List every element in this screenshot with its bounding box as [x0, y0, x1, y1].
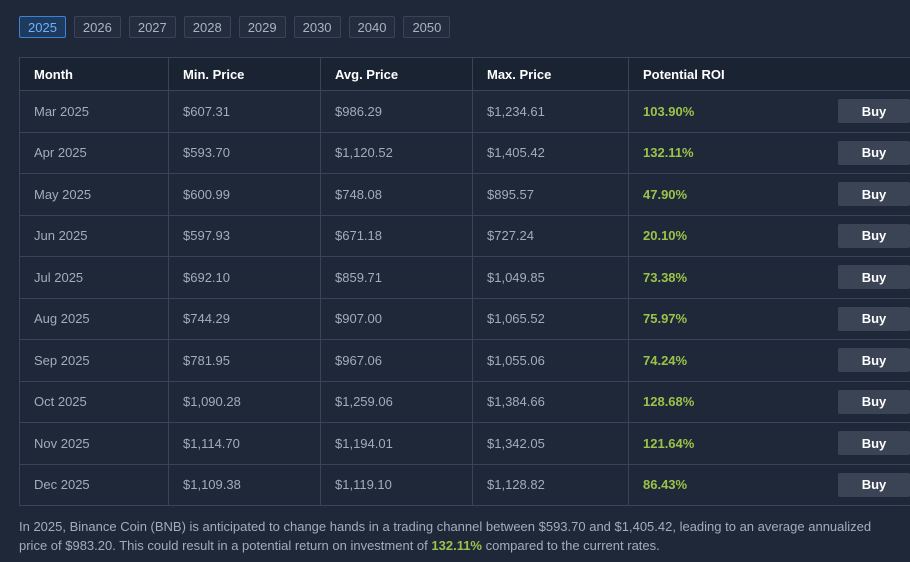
cell-potential-roi: 132.11% Buy: [628, 132, 910, 173]
cell-potential-roi: 86.43% Buy: [628, 464, 910, 505]
tab-year-2029[interactable]: 2029: [238, 16, 286, 38]
cell-min-price: $781.95: [168, 340, 320, 381]
cell-min-price: $1,114.70: [168, 423, 320, 464]
cell-min-price: $692.10: [168, 257, 320, 298]
cell-max-price: $1,049.85: [472, 257, 628, 298]
cell-max-price: $1,234.61: [472, 91, 628, 132]
table-row: May 2025 $600.99 $748.08 $895.57 47.90% Buy: [20, 173, 910, 215]
cell-max-price: $895.57: [472, 174, 628, 215]
roi-value: 128.68%: [643, 394, 695, 410]
cell-potential-roi: 20.10% Buy: [628, 215, 910, 256]
cell-avg-price: $1,194.01: [320, 423, 472, 464]
buy-button[interactable]: Buy: [838, 182, 910, 207]
buy-button[interactable]: Buy: [838, 223, 910, 248]
buy-button[interactable]: Buy: [838, 140, 910, 165]
cell-month: Jun 2025: [34, 228, 88, 244]
cell-month: Mar 2025: [34, 103, 89, 119]
cell-potential-roi: 73.38% Buy: [628, 257, 910, 298]
cell-max-price: $1,065.52: [472, 298, 628, 339]
roi-value: 132.11%: [643, 145, 694, 161]
tab-year-2025[interactable]: 2025: [19, 16, 66, 38]
cell-max-price: $1,405.42: [472, 132, 628, 173]
cell-min-price: $1,090.28: [168, 381, 320, 422]
year-tabs: 2025 2026 2027 2028 2029 2030 2040 2050: [19, 16, 451, 38]
cell-potential-roi: 103.90% Buy: [628, 91, 910, 132]
roi-value: 121.64%: [643, 435, 695, 451]
summary-text: In 2025, Binance Coin (BNB) is anticipat…: [19, 517, 899, 555]
buy-button[interactable]: Buy: [838, 431, 910, 456]
cell-potential-roi: 74.24% Buy: [628, 340, 910, 381]
table-row: Nov 2025 $1,114.70 $1,194.01 $1,342.05 121.6…: [20, 422, 910, 464]
tab-year-2026[interactable]: 2026: [73, 16, 121, 38]
cell-month: Aug 2025: [34, 311, 90, 327]
price-prediction-table: Month Min. Price Avg. Price Max. Price P…: [19, 57, 910, 506]
cell-month: Jul 2025: [34, 269, 84, 285]
table-row: Sep 2025 $781.95 $967.06 $1,055.06 74.24% Buy: [20, 339, 910, 381]
cell-min-price: $597.93: [168, 215, 320, 256]
buy-button[interactable]: Buy: [838, 306, 910, 331]
table-row: Jun 2025 $597.93 $671.18 $727.24 20.10% Buy: [20, 214, 910, 256]
cell-avg-price: $1,120.52: [320, 132, 472, 173]
cell-month: Oct 2025: [34, 394, 87, 410]
cell-avg-price: $967.06: [320, 340, 472, 381]
cell-month: May 2025: [34, 186, 92, 202]
cell-min-price: $744.29: [168, 298, 320, 339]
cell-potential-roi: 121.64% Buy: [628, 423, 910, 464]
cell-min-price: $593.70: [168, 132, 320, 173]
header-avg-price: Avg. Price: [320, 58, 472, 90]
header-min-price: Min. Price: [168, 58, 320, 90]
roi-value: 20.10%: [643, 228, 688, 244]
cell-avg-price: $671.18: [320, 215, 472, 256]
buy-button[interactable]: Buy: [838, 99, 910, 124]
cell-max-price: $1,342.05: [472, 423, 628, 464]
roi-value: 75.97%: [643, 311, 688, 327]
header-month: Month: [34, 66, 73, 82]
cell-potential-roi: 75.97% Buy: [628, 298, 910, 339]
tab-year-2050[interactable]: 2050: [403, 16, 451, 38]
summary-roi-highlight: 132.11%: [431, 538, 482, 553]
table-row: Aug 2025 $744.29 $907.00 $1,065.52 75.97% Buy: [20, 297, 910, 339]
roi-value: 74.24%: [643, 352, 688, 368]
table-row: Mar 2025 $607.31 $986.29 $1,234.61 103.90% Bu…: [20, 90, 910, 132]
cell-max-price: $1,128.82: [472, 464, 628, 505]
tab-year-2027[interactable]: 2027: [128, 16, 176, 38]
cell-month: Dec 2025: [34, 477, 90, 493]
cell-max-price: $727.24: [472, 215, 628, 256]
buy-button[interactable]: Buy: [838, 265, 910, 290]
cell-max-price: $1,384.66: [472, 381, 628, 422]
cell-potential-roi: 128.68% Buy: [628, 381, 910, 422]
cell-month: Apr 2025: [34, 145, 87, 161]
table-row: Jul 2025 $692.10 $859.71 $1,049.85 73.38% Buy: [20, 256, 910, 298]
cell-avg-price: $907.00: [320, 298, 472, 339]
cell-avg-price: $986.29: [320, 91, 472, 132]
buy-button[interactable]: Buy: [838, 389, 910, 414]
roi-value: 86.43%: [643, 477, 688, 493]
cell-min-price: $600.99: [168, 174, 320, 215]
table-row: Dec 2025 $1,109.38 $1,119.10 $1,128.82 86.43…: [20, 463, 910, 505]
cell-potential-roi: 47.90% Buy: [628, 174, 910, 215]
buy-button[interactable]: Buy: [838, 472, 910, 497]
tab-year-2028[interactable]: 2028: [183, 16, 231, 38]
cell-avg-price: $748.08: [320, 174, 472, 215]
roi-value: 103.90%: [643, 103, 695, 119]
cell-max-price: $1,055.06: [472, 340, 628, 381]
header-potential-roi: Potential ROI: [628, 58, 910, 90]
cell-avg-price: $1,259.06: [320, 381, 472, 422]
tab-year-2040[interactable]: 2040: [348, 16, 396, 38]
summary-text-after: compared to the current rates.: [482, 538, 660, 553]
cell-min-price: $1,109.38: [168, 464, 320, 505]
tab-year-2030[interactable]: 2030: [293, 16, 341, 38]
header-max-price: Max. Price: [472, 58, 628, 90]
roi-value: 47.90%: [643, 186, 688, 202]
table-header-row: Month Min. Price Avg. Price Max. Price P…: [20, 58, 910, 90]
table-row: Oct 2025 $1,090.28 $1,259.06 $1,384.66 128.6…: [20, 380, 910, 422]
cell-min-price: $607.31: [168, 91, 320, 132]
roi-value: 73.38%: [643, 269, 688, 285]
cell-month: Sep 2025: [34, 352, 90, 368]
table-row: Apr 2025 $593.70 $1,120.52 $1,405.42 132.11%…: [20, 131, 910, 173]
cell-avg-price: $1,119.10: [320, 464, 472, 505]
cell-month: Nov 2025: [34, 435, 90, 451]
buy-button[interactable]: Buy: [838, 348, 910, 373]
cell-avg-price: $859.71: [320, 257, 472, 298]
